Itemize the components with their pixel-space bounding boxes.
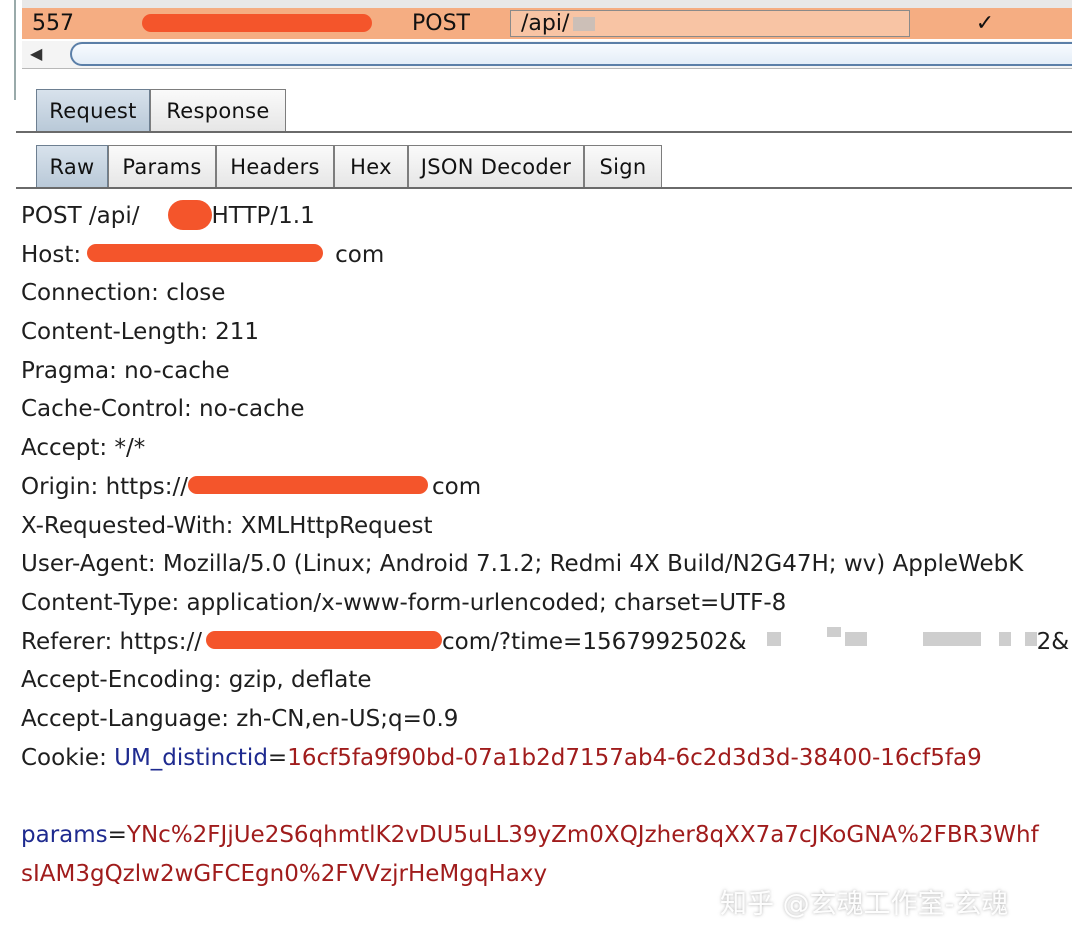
watermark-text: 知乎 @玄魂工作室-玄魂 <box>720 889 1009 920</box>
scroll-left-arrow-icon[interactable]: ◀ <box>30 44 42 63</box>
body-param-name: params <box>21 822 108 848</box>
referer-blur-2 <box>826 627 841 638</box>
referer-blur-3 <box>844 632 867 647</box>
horizontal-scrollbar[interactable]: ◀ <box>22 41 1072 69</box>
header-accept: Accept: */* <box>21 435 146 462</box>
header-user-agent: User-Agent: Mozilla/5.0 (Linux; Android … <box>21 551 1024 578</box>
tab-params[interactable]: Params <box>108 145 216 187</box>
history-row-url: /api/ <box>510 10 910 37</box>
header-cache-control: Cache-Control: no-cache <box>21 396 305 423</box>
message-view-tabbar: Raw Params Headers Hex JSON Decoder Sign <box>16 145 1072 189</box>
referer-blur-4 <box>922 632 981 647</box>
tab-sign[interactable]: Sign <box>584 145 662 187</box>
tab-json-decoder[interactable]: JSON Decoder <box>408 145 584 187</box>
header-connection: Connection: close <box>21 280 226 307</box>
history-row-number: 557 <box>32 11 74 36</box>
history-row-host <box>112 8 402 39</box>
url-blur-mark <box>573 16 596 31</box>
tab-response[interactable]: Response <box>150 89 286 131</box>
left-panel-edge <box>14 0 16 100</box>
tab-request[interactable]: Request <box>36 89 150 131</box>
header-host: Host: com <box>21 241 385 268</box>
referer-redaction-mark <box>206 631 443 650</box>
cookie-name: UM_distinctid <box>114 744 268 771</box>
tab-hex[interactable]: Hex <box>334 145 408 187</box>
history-row-selected[interactable]: 557 POST /api/ ✓ <box>22 8 1072 39</box>
request-response-tabbar: Request Response <box>16 89 1072 133</box>
history-row-url-text: /api/ <box>521 11 570 36</box>
header-origin: Origin: https://com <box>21 473 482 500</box>
cookie-value: 16cf5fa9f90bd-07a1b2d7157ab4-6c2d3d3d-38… <box>287 744 982 771</box>
header-content-length: Content-Length: 211 <box>21 319 260 346</box>
scrollbar-thumb[interactable] <box>70 42 1072 66</box>
header-content-type: Content-Type: application/x-www-form-url… <box>21 589 787 616</box>
raw-request-editor[interactable]: POST /api/HTTP/1.1 Host: com Connection: … <box>21 197 1071 893</box>
history-row-check: ✓ <box>975 11 995 36</box>
previous-history-row[interactable] <box>22 0 1072 8</box>
tab-raw[interactable]: Raw <box>36 145 108 187</box>
header-accept-language: Accept-Language: zh-CN,en-US;q=0.9 <box>21 705 459 732</box>
header-pragma: Pragma: no-cache <box>21 357 230 384</box>
host-value-redaction-mark <box>87 244 324 263</box>
referer-blur-1 <box>766 632 781 647</box>
history-row-method: POST <box>412 11 470 36</box>
referer-blur-6 <box>1024 632 1037 647</box>
body-param-value: YNc%2FJjUe2S6qhmtlK2vDU5uLL39yZm0XQJzher… <box>126 822 1039 848</box>
header-accept-encoding: Accept-Encoding: gzip, deflate <box>21 667 372 694</box>
path-redaction-mark <box>167 199 212 230</box>
body-params-line-1: params=YNc%2FJjUe2S6qhmtlK2vDU5uLL39yZm0… <box>21 822 1039 848</box>
host-redaction-mark <box>142 14 372 32</box>
request-line: POST /api/HTTP/1.1 <box>21 197 1071 236</box>
tab-headers[interactable]: Headers <box>216 145 334 187</box>
header-referer: Referer: https://com/?time=1567992502& 2& <box>21 627 1070 655</box>
header-x-requested-with: X-Requested-With: XMLHttpRequest <box>21 512 433 539</box>
origin-redaction-mark <box>188 476 429 495</box>
referer-blur-5 <box>998 632 1011 647</box>
header-cookie: Cookie: UM_distinctid=16cf5fa9f90bd-07a1… <box>21 744 982 771</box>
